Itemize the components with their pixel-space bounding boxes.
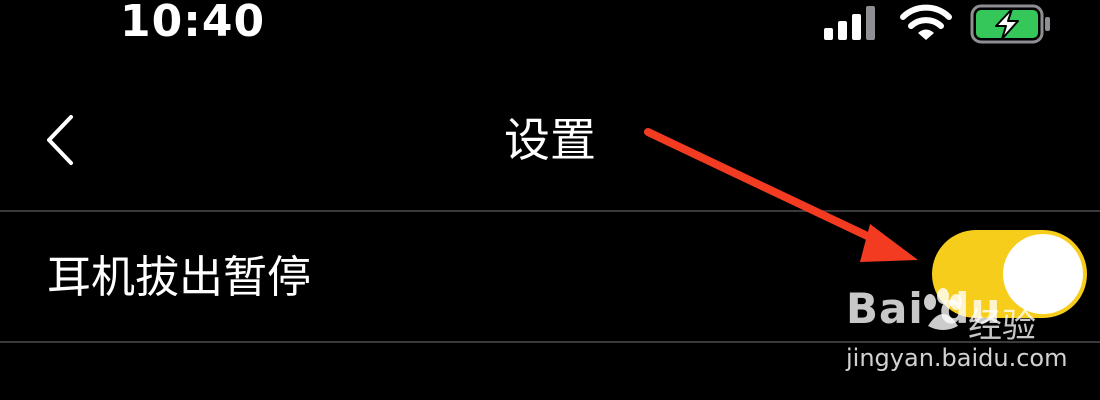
wifi-icon [900, 4, 952, 40]
page-title: 设置 [504, 113, 596, 167]
watermark-url: jingyan.baidu.com [846, 344, 1068, 372]
cellular-signal-icon [824, 6, 875, 40]
status-bar: 10:40 [0, 0, 1100, 50]
status-time: 10:40 [120, 0, 266, 47]
setting-label: 耳机拔出暂停 [47, 252, 311, 303]
nav-bar: 设置 [0, 80, 1100, 210]
watermark-brand: 经验 [968, 306, 1036, 346]
battery-charging-icon [970, 4, 1050, 44]
baidu-jingyan-watermark: Bai du 经验 jingyan.baidu.com [838, 278, 1088, 398]
